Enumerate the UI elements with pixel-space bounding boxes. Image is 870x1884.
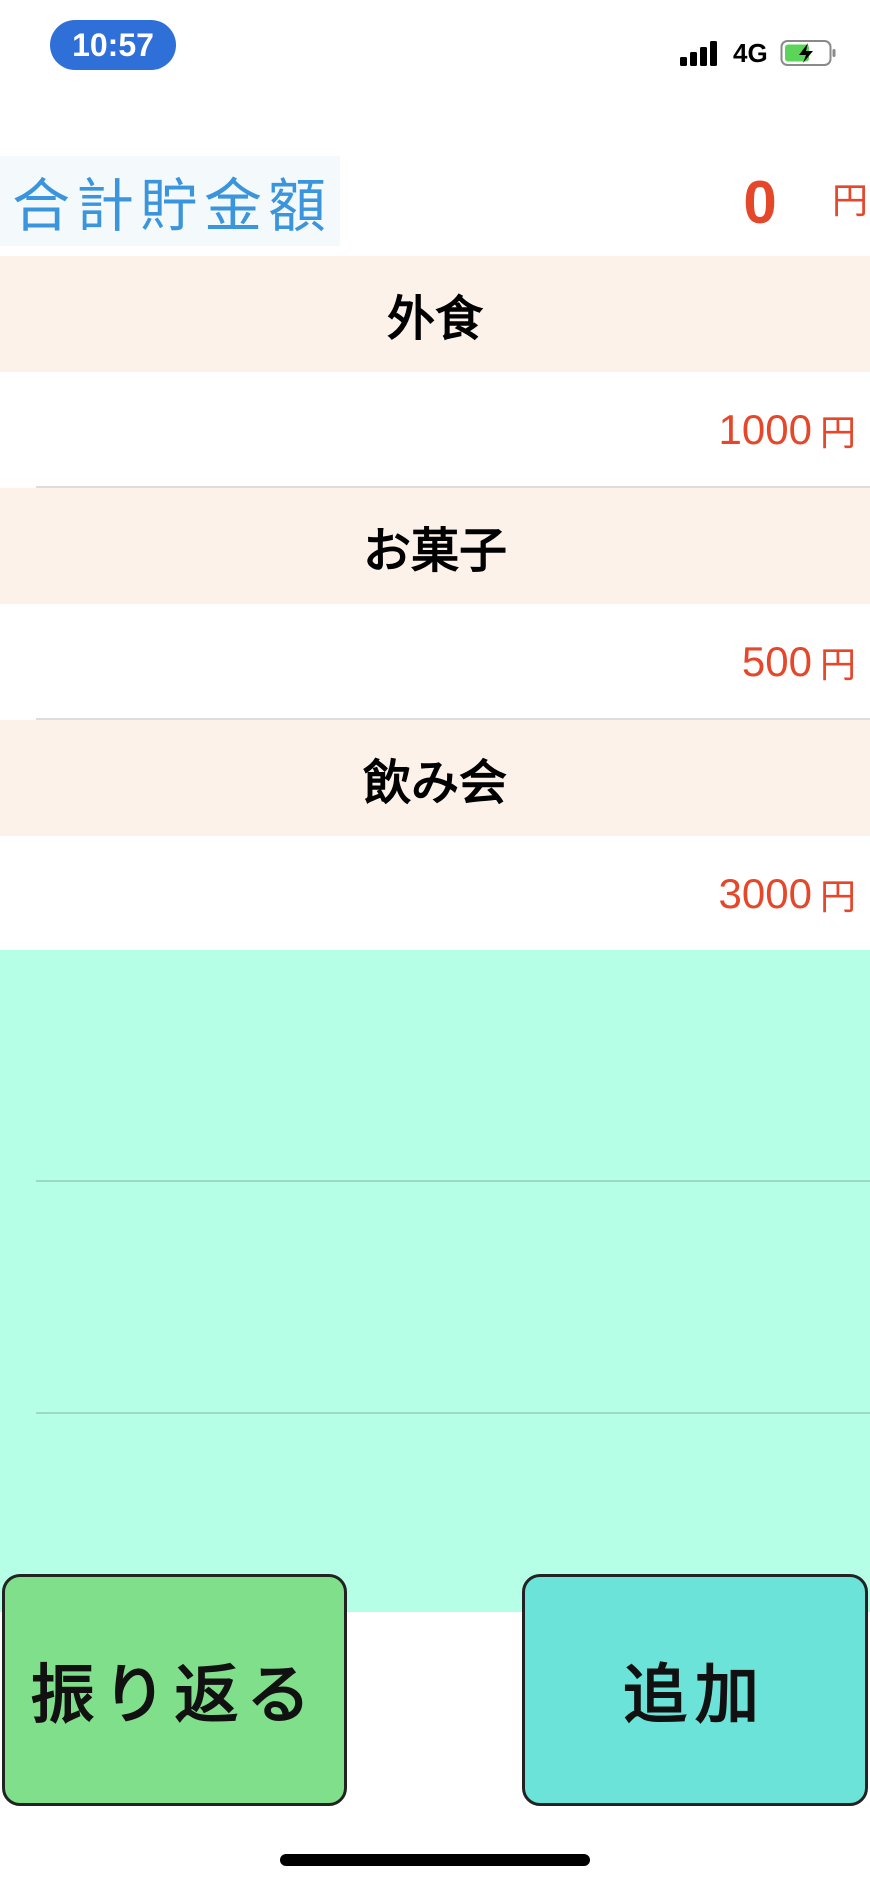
currency-label: 円 — [819, 645, 856, 686]
status-time: 10:57 — [50, 20, 176, 70]
section-header-snacks: お菓子 — [0, 488, 870, 604]
add-button[interactable]: 追加 — [522, 1574, 868, 1806]
savings-list[interactable]: 外食 1000 円 お菓子 500 円 飲み会 3000 円 — [0, 256, 870, 952]
total-savings-header: 合計貯金額 0 円 — [0, 150, 870, 256]
list-item[interactable]: 3000 円 — [0, 836, 870, 952]
empty-list-area — [0, 950, 870, 1612]
home-indicator[interactable] — [280, 1854, 590, 1866]
row-divider — [36, 1180, 870, 1182]
battery-charging-icon — [780, 40, 836, 66]
item-amount: 500 — [741, 638, 812, 685]
section-header-drinking-party: 飲み会 — [0, 720, 870, 836]
total-currency-label: 円 — [832, 181, 869, 222]
total-savings-amount: 0 — [743, 168, 777, 236]
signal-icon — [680, 40, 724, 66]
currency-label: 円 — [819, 413, 856, 454]
currency-label: 円 — [819, 877, 856, 918]
status-bar: 10:57 4G — [0, 0, 870, 90]
list-item[interactable]: 1000 円 — [0, 372, 870, 488]
network-type: 4G — [733, 38, 768, 68]
item-amount: 3000 — [718, 870, 812, 917]
row-divider — [36, 1412, 870, 1414]
section-header-eating-out: 外食 — [0, 256, 870, 372]
list-item[interactable]: 500 円 — [0, 604, 870, 720]
item-amount: 1000 — [718, 406, 812, 453]
review-button[interactable]: 振り返る — [2, 1574, 347, 1806]
total-savings-title: 合計貯金額 — [0, 156, 340, 246]
